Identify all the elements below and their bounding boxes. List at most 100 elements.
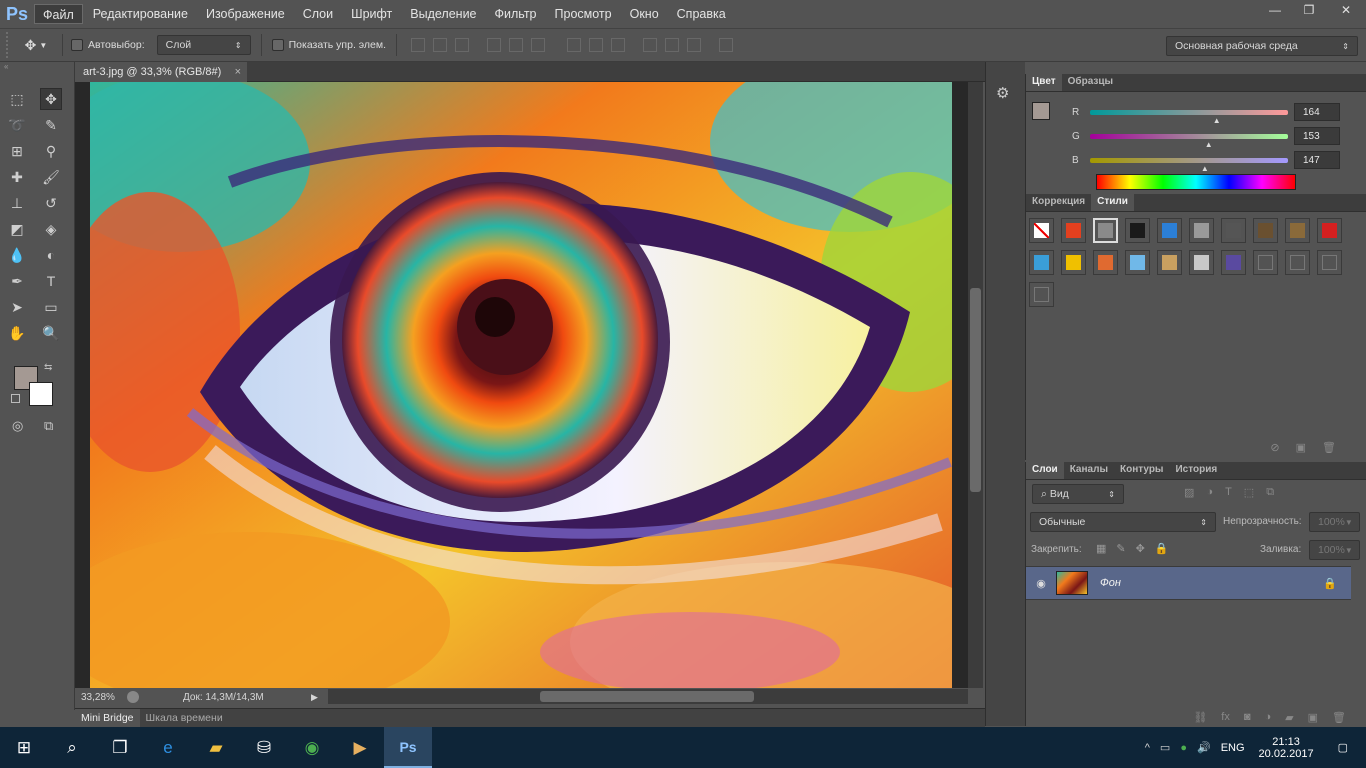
adjustment-layer-icon[interactable]: ◑ — [1265, 711, 1272, 724]
style-swatch[interactable] — [1221, 250, 1246, 275]
move-tool-icon[interactable]: ✥ — [40, 88, 62, 110]
tab-adjustments[interactable]: Коррекция — [1026, 193, 1091, 211]
lasso-tool-icon[interactable]: ➰ — [6, 114, 28, 136]
style-swatch[interactable] — [1253, 250, 1278, 275]
align-vcenter-icon[interactable] — [433, 38, 448, 52]
eyedropper-tool-icon[interactable]: ⚲ — [40, 140, 62, 162]
horizontal-scroll-thumb[interactable] — [540, 691, 754, 702]
channel-value[interactable]: 153 — [1294, 127, 1340, 145]
notifications-icon[interactable]: ▢ — [1338, 741, 1348, 754]
crop-tool-icon[interactable]: ⊞ — [6, 140, 28, 162]
close-button[interactable]: ✕ — [1326, 0, 1366, 20]
style-swatch[interactable] — [1157, 250, 1182, 275]
swap-colors-icon[interactable]: ⇆ — [44, 362, 52, 373]
layer-name[interactable]: Фон — [1100, 577, 1323, 589]
filter-type-icon[interactable]: T — [1225, 486, 1232, 499]
blur-tool-icon[interactable]: 💧 — [6, 244, 28, 266]
store-icon[interactable]: ⛁ — [240, 727, 288, 768]
tab-close-icon[interactable]: × — [235, 66, 241, 78]
distribute-vcenter-icon[interactable] — [589, 38, 604, 52]
properties-panel-icon[interactable]: ⚙ — [996, 84, 1016, 104]
filter-smart-object-icon[interactable]: ⧉ — [1266, 486, 1274, 499]
canvas-area[interactable] — [75, 82, 968, 688]
clear-style-icon[interactable]: ⊘ — [1270, 441, 1279, 454]
align-right-icon[interactable] — [531, 38, 546, 52]
rectangle-tool-icon[interactable]: ▭ — [40, 296, 62, 318]
background-color-swatch[interactable] — [29, 382, 53, 406]
app-logo[interactable]: Ps — [0, 0, 34, 28]
menu-select[interactable]: Выделение — [402, 4, 484, 24]
style-swatch[interactable] — [1061, 250, 1086, 275]
menu-window[interactable]: Окно — [622, 4, 667, 24]
dodge-tool-icon[interactable]: ◐ — [40, 244, 62, 266]
task-view-icon[interactable]: ❐ — [96, 727, 144, 768]
style-swatch[interactable] — [1221, 218, 1246, 243]
move-tool-preset-icon[interactable]: ✥ ▼ — [18, 37, 54, 54]
minimize-button[interactable]: — — [1258, 0, 1292, 20]
clock[interactable]: 21:13 20.02.2017 — [1259, 736, 1314, 760]
slider-thumb-icon[interactable]: ▲ — [1213, 116, 1221, 125]
style-swatch[interactable] — [1029, 218, 1054, 243]
style-swatch[interactable] — [1125, 250, 1150, 275]
opacity-field[interactable]: 100% ▼ — [1309, 512, 1360, 532]
channel-slider[interactable]: ▲ — [1090, 133, 1288, 149]
collapse-icon[interactable]: « — [0, 62, 74, 74]
style-swatch[interactable] — [1093, 250, 1118, 275]
filter-pixel-icon[interactable]: ▨ — [1184, 486, 1194, 499]
menu-view[interactable]: Просмотр — [547, 4, 620, 24]
new-layer-icon[interactable]: ▣ — [1308, 711, 1318, 724]
pen-tool-icon[interactable]: ✒ — [6, 270, 28, 292]
distribute-left-icon[interactable] — [643, 38, 658, 52]
filter-shape-icon[interactable]: ⬚ — [1244, 486, 1254, 499]
align-bottom-icon[interactable] — [455, 38, 470, 52]
edge-browser-icon[interactable]: e — [144, 727, 192, 768]
color-fg-swatch[interactable] — [1032, 102, 1050, 120]
menu-image[interactable]: Изображение — [198, 4, 293, 24]
chrome-icon[interactable]: ◉ — [288, 727, 336, 768]
new-style-icon[interactable]: ▣ — [1296, 441, 1306, 454]
document-tab[interactable]: art-3.jpg @ 33,3% (RGB/8#) × — [75, 62, 247, 82]
filter-adjustment-icon[interactable]: ◑ — [1206, 486, 1213, 499]
style-swatch[interactable] — [1157, 218, 1182, 243]
lock-position-icon[interactable]: ✥ — [1136, 542, 1145, 555]
delete-style-icon[interactable]: 🗑 — [1322, 441, 1336, 454]
distribute-hcenter-icon[interactable] — [665, 38, 680, 52]
start-button-icon[interactable]: ⊞ — [0, 727, 48, 768]
app-tray-icon[interactable]: ● — [1180, 742, 1187, 754]
history-brush-tool-icon[interactable]: ↺ — [40, 192, 62, 214]
type-tool-icon[interactable]: T — [40, 270, 62, 292]
distribute-top-icon[interactable] — [567, 38, 582, 52]
file-explorer-icon[interactable]: ▰ — [192, 727, 240, 768]
search-icon[interactable]: ⌕ — [48, 727, 96, 768]
align-hcenter-icon[interactable] — [509, 38, 524, 52]
autoselect-checkbox[interactable] — [71, 39, 83, 51]
slider-thumb-icon[interactable]: ▲ — [1201, 164, 1209, 173]
tab-timeline[interactable]: Шкала времени — [140, 709, 229, 728]
grip-handle[interactable] — [6, 32, 18, 58]
channel-slider[interactable]: ▲ — [1090, 157, 1288, 173]
layer-fx-icon[interactable]: fx — [1221, 711, 1230, 724]
vertical-scrollbar[interactable] — [968, 82, 983, 688]
network-icon[interactable]: ▭ — [1160, 741, 1170, 754]
style-swatch[interactable] — [1093, 218, 1118, 243]
clone-stamp-tool-icon[interactable]: ⊥ — [6, 192, 28, 214]
horizontal-scrollbar[interactable] — [328, 689, 968, 704]
style-swatch[interactable] — [1125, 218, 1150, 243]
status-menu-arrow-icon[interactable]: ▶ — [311, 692, 318, 703]
tab-color[interactable]: Цвет — [1026, 73, 1062, 91]
channel-value[interactable]: 147 — [1294, 151, 1340, 169]
tab-mini-bridge[interactable]: Mini Bridge — [75, 708, 140, 728]
tab-layers[interactable]: Слои — [1026, 461, 1064, 479]
delete-layer-icon[interactable]: 🗑 — [1332, 711, 1346, 724]
menu-edit[interactable]: Редактирование — [85, 4, 196, 24]
style-swatch[interactable] — [1029, 282, 1054, 307]
tab-paths[interactable]: Контуры — [1114, 461, 1169, 479]
layer-filter-dropdown[interactable]: ⌕ Вид ⇕ — [1032, 484, 1124, 504]
lock-transparent-icon[interactable]: ▦ — [1096, 542, 1106, 555]
lock-image-icon[interactable]: ✎ — [1116, 542, 1125, 555]
channel-slider[interactable]: ▲ — [1090, 109, 1288, 125]
slider-thumb-icon[interactable]: ▲ — [1205, 140, 1213, 149]
style-swatch[interactable] — [1029, 250, 1054, 275]
vertical-scroll-thumb[interactable] — [970, 288, 981, 492]
menu-type[interactable]: Шрифт — [343, 4, 400, 24]
